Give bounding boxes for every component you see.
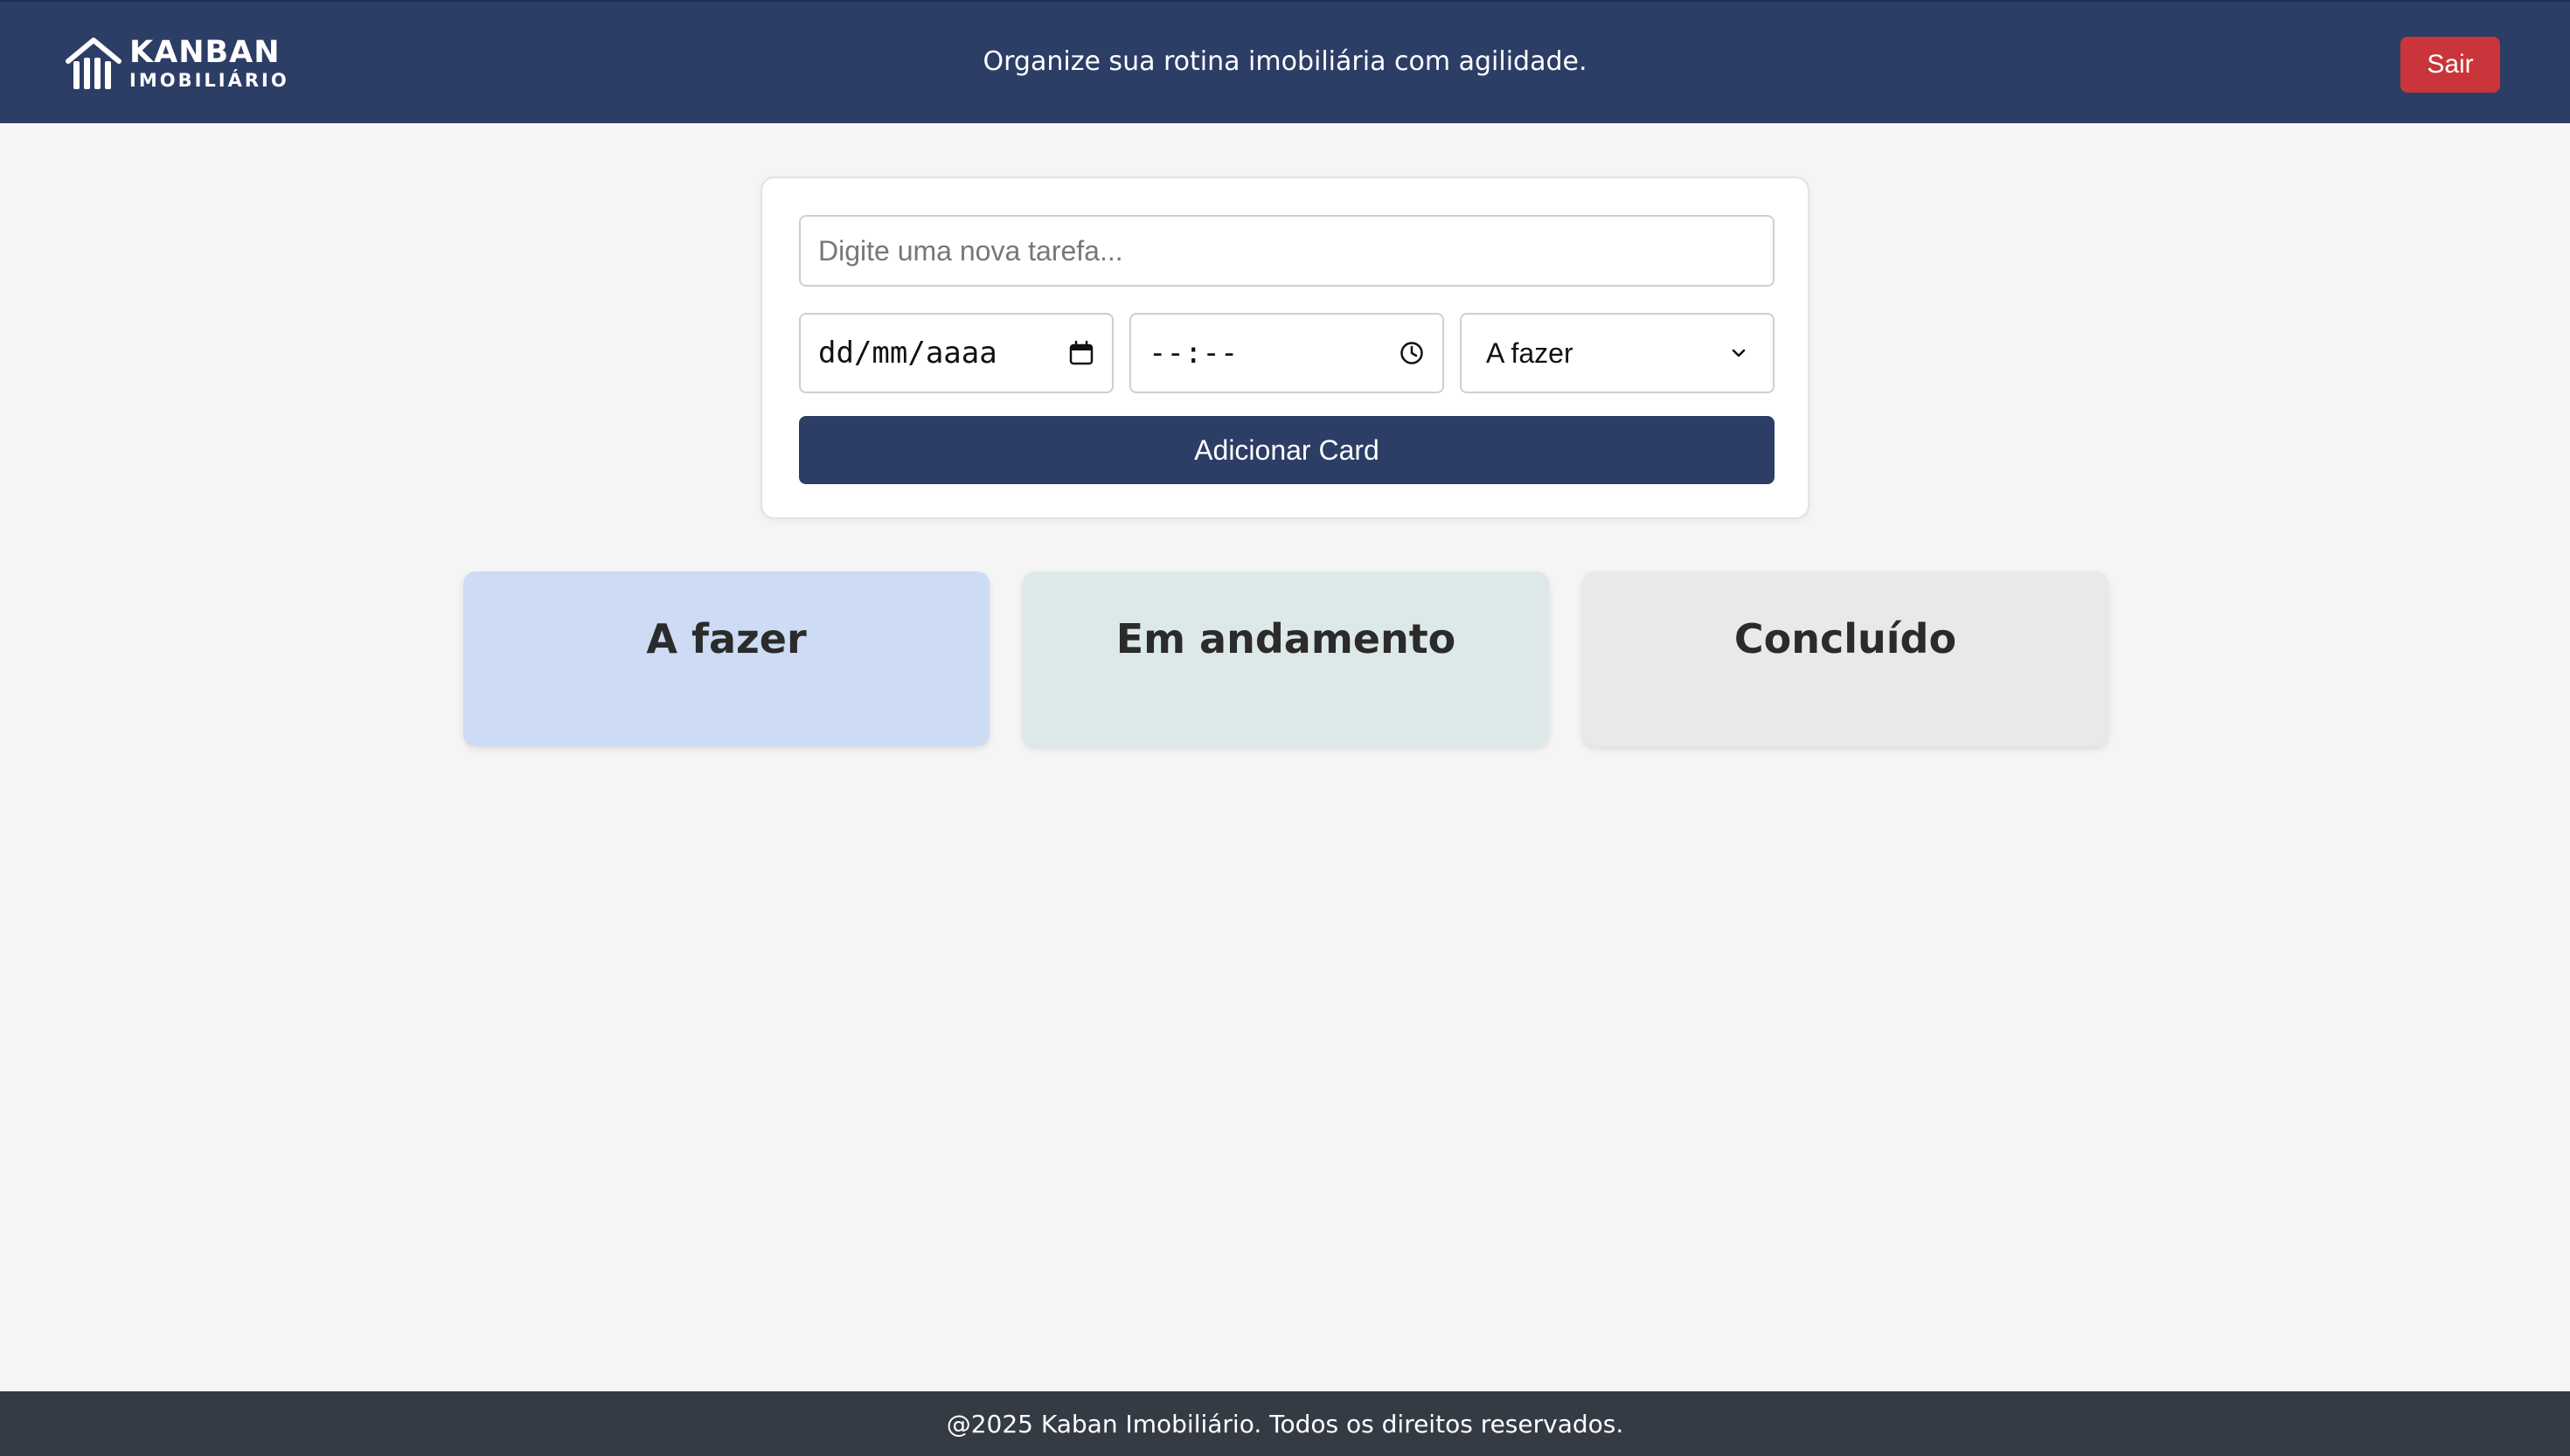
chevron-down-icon	[1729, 343, 1748, 363]
status-select-value: A fazer	[1486, 336, 1573, 369]
logout-button[interactable]: Sair	[2400, 37, 2500, 93]
app-footer: @2025 Kaban Imobiliário. Todos os direit…	[0, 1391, 2570, 1456]
column-title: Em andamento	[1115, 615, 1456, 662]
header-tagline: Organize sua rotina imobiliária com agil…	[983, 46, 1587, 77]
column-title: Concluído	[1733, 615, 1957, 662]
clock-icon[interactable]	[1399, 340, 1425, 366]
add-card-button[interactable]: Adicionar Card	[799, 416, 1775, 484]
new-card-form: dd/mm/aaaa --:-- A fazer Adicionar Ca	[761, 177, 1809, 519]
date-input-value: dd/mm/aaaa	[818, 336, 997, 371]
time-input-value: --:--	[1149, 336, 1239, 371]
column-in-progress: Em andamento	[1023, 572, 1549, 746]
column-done: Concluído	[1582, 572, 2108, 746]
calendar-icon[interactable]	[1068, 340, 1094, 366]
column-todo: A fazer	[463, 572, 990, 746]
column-title: A fazer	[646, 615, 807, 662]
task-input[interactable]	[799, 215, 1775, 287]
footer-copyright: @2025 Kaban Imobiliário. Todos os direit…	[946, 1409, 1624, 1439]
date-input[interactable]: dd/mm/aaaa	[799, 313, 1114, 393]
app-header: KANBAN IMOBILIÁRIO Organize sua rotina i…	[0, 0, 2570, 123]
status-select[interactable]: A fazer	[1460, 313, 1775, 393]
time-input[interactable]: --:--	[1129, 313, 1444, 393]
